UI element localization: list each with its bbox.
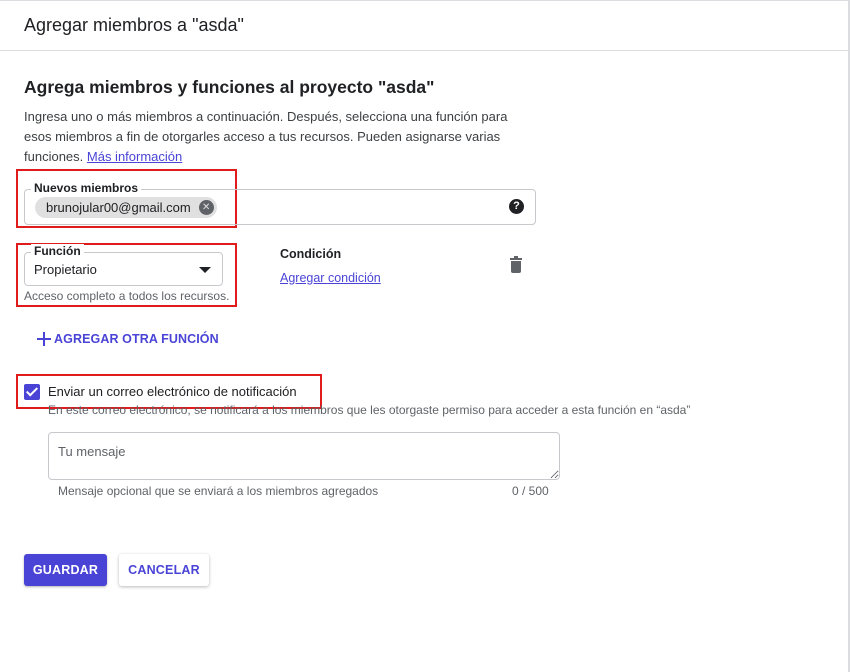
role-label: Función [31,244,84,258]
add-another-role-label: AGREGAR OTRA FUNCIÓN [54,332,219,346]
notification-checkbox[interactable] [24,384,40,400]
member-chip-label: brunojular00@gmail.com [46,200,191,215]
cancel-icon[interactable]: ✕ [198,200,214,215]
role-help-text: Acceso completo a todos los recursos. [24,289,230,303]
member-chip[interactable]: brunojular00@gmail.com ✕ [35,197,217,218]
message-help-text: Mensaje opcional que se enviará a los mi… [58,484,379,498]
dialog-title: Agregar miembros a "asda" [24,15,244,35]
add-condition-link[interactable]: Agregar condición [280,271,381,285]
condition-label: Condición [280,247,342,261]
learn-more-link[interactable]: Más información [87,149,182,164]
plus-icon [37,332,51,346]
message-textarea[interactable] [48,432,560,480]
role-value: Propietario [34,262,97,277]
arrow-drop-down-icon [199,267,211,273]
notification-help-text: En este correo electrónico, se notificar… [48,403,691,417]
members-label: Nuevos miembros [31,181,142,195]
save-button[interactable]: GUARDAR [24,554,107,586]
notification-label[interactable]: Enviar un correo electrónico de notifica… [48,384,297,399]
section-description: Ingresa uno o más miembros a continuació… [24,107,524,167]
cancel-button[interactable]: CANCELAR [119,554,209,586]
message-char-counter: 0 / 500 [512,484,549,498]
section-title: Agrega miembros y funciones al proyecto … [24,77,435,97]
help-icon[interactable]: ? [509,199,524,214]
dialog-header: Agregar miembros a "asda" [0,1,848,51]
trash-icon[interactable] [510,256,522,273]
